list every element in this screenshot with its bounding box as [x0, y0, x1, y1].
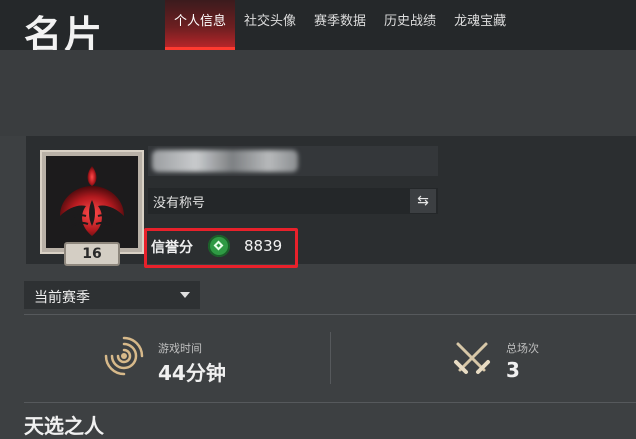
avatar-emblem-icon	[46, 156, 138, 248]
tab-personal-info[interactable]: 个人信息	[165, 0, 236, 50]
tab-social-avatar[interactable]: 社交头像	[235, 0, 305, 50]
divider	[24, 402, 636, 403]
chevron-down-icon	[180, 292, 190, 298]
credit-score-icon	[208, 235, 230, 257]
tab-bar: 个人信息 社交头像 赛季数据 历史战绩 龙魂宝藏	[165, 0, 515, 50]
divider	[24, 314, 636, 315]
total-games-label: 总场次	[506, 342, 539, 355]
avatar[interactable]	[40, 150, 144, 254]
season-select[interactable]: 当前赛季	[24, 281, 200, 309]
section-heading: 天选之人	[24, 414, 104, 438]
play-time-value: 44分钟	[158, 361, 226, 385]
total-games-value: 3	[506, 358, 520, 382]
play-time-label: 游戏时间	[158, 342, 202, 355]
level-badge: 16	[64, 242, 120, 266]
credit-score-label: 信誉分	[151, 240, 193, 256]
season-select-value: 当前赛季	[34, 290, 90, 306]
stat-divider	[330, 332, 331, 384]
swap-title-button[interactable]: ⇆	[410, 189, 436, 213]
crossed-swords-icon	[452, 338, 492, 378]
credit-score-value: 8839	[244, 237, 283, 255]
player-title-text: 没有称号	[153, 196, 206, 211]
top-bar: 名片 个人信息 社交头像 赛季数据 历史战绩 龙魂宝藏	[0, 0, 636, 57]
header-banner	[0, 50, 636, 136]
player-name-blurred	[152, 150, 298, 172]
swirl-icon	[104, 336, 144, 376]
tab-season-data[interactable]: 赛季数据	[305, 0, 375, 50]
swap-icon: ⇆	[417, 193, 429, 209]
tab-dragon-treasure[interactable]: 龙魂宝藏	[445, 0, 515, 50]
tab-match-history[interactable]: 历史战绩	[375, 0, 445, 50]
